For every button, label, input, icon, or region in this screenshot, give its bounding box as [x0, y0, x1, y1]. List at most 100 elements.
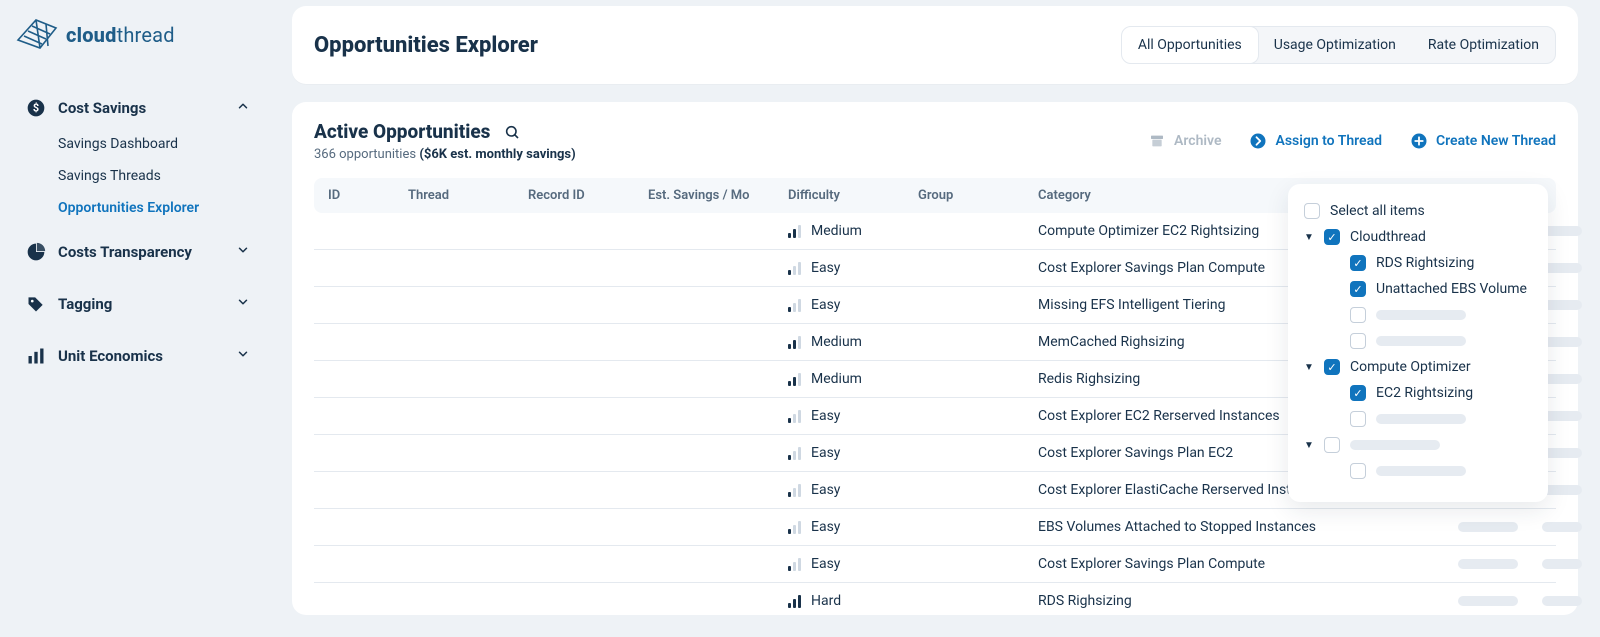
column-header[interactable]: Group	[918, 188, 1038, 203]
assign-to-thread-button[interactable]: Assign to Thread	[1249, 132, 1382, 150]
difficulty-label: Medium	[811, 371, 862, 387]
table-row[interactable]: EasyEBS Volumes Attached to Stopped Inst…	[314, 509, 1556, 546]
checkbox[interactable]	[1350, 385, 1366, 401]
chevron-down-icon	[236, 243, 250, 261]
difficulty-bars-icon	[788, 372, 801, 386]
chevron-down-icon	[236, 347, 250, 365]
nav-item-cost-savings[interactable]: $ Cost Savings	[16, 88, 260, 128]
column-header[interactable]: Record ID	[528, 188, 648, 203]
filter-item[interactable]	[1304, 328, 1532, 354]
archive-button: Archive	[1148, 132, 1221, 150]
create-new-thread-button[interactable]: Create New Thread	[1410, 132, 1556, 150]
difficulty-bars-icon	[788, 298, 801, 312]
tab-all[interactable]: All Opportunities	[1122, 27, 1258, 63]
caret-down-icon: ▼	[1304, 362, 1314, 373]
difficulty-bars-icon	[788, 594, 801, 608]
difficulty-label: Medium	[811, 334, 862, 350]
archive-icon	[1148, 132, 1166, 150]
difficulty-bars-icon	[788, 446, 801, 460]
checkbox[interactable]	[1324, 229, 1340, 245]
filter-item[interactable]: RDS Rightsizing	[1304, 250, 1532, 276]
chevron-up-icon	[236, 99, 250, 117]
filter-item[interactable]	[1304, 406, 1532, 432]
select-all-label: Select all items	[1330, 203, 1425, 219]
plus-circle-icon	[1410, 132, 1428, 150]
category-label: Cost Explorer Savings Plan Compute	[1038, 556, 1458, 572]
nav-item-costs-transparency[interactable]: Costs Transparency	[16, 232, 260, 272]
costs-transparency-icon	[26, 242, 46, 262]
sidebar: cloudthread $ Cost Savings Savings Dashboa…	[0, 0, 270, 637]
logo-icon	[16, 18, 58, 52]
column-header[interactable]: Difficulty	[788, 188, 918, 203]
section-subtitle: 366 opportunities ($6K est. monthly savi…	[314, 147, 576, 162]
difficulty-label: Easy	[811, 297, 840, 313]
filter-group[interactable]: ▼ Cloudthread	[1304, 224, 1532, 250]
difficulty-bars-icon	[788, 409, 801, 423]
content-card: Active Opportunities 366 opportunities (…	[292, 102, 1578, 615]
nav-child-opportunities-explorer[interactable]: Opportunities Explorer	[58, 196, 260, 220]
column-header[interactable]: Thread	[408, 188, 528, 203]
caret-down-icon: ▼	[1304, 232, 1314, 243]
difficulty-bars-icon	[788, 261, 801, 275]
filter-item[interactable]	[1304, 458, 1532, 484]
filter-group-label: Compute Optimizer	[1350, 359, 1471, 375]
filter-group[interactable]: ▼	[1304, 432, 1532, 458]
nav-item-label: Tagging	[58, 295, 112, 313]
table-row[interactable]: Hard RDS Righsizing	[314, 583, 1556, 619]
difficulty-label: Easy	[811, 556, 840, 572]
nav-item-unit-economics[interactable]: Unit Economics	[16, 336, 260, 376]
filter-item-label: RDS Rightsizing	[1376, 255, 1474, 271]
tab-usage[interactable]: Usage Optimization	[1258, 27, 1412, 63]
checkbox[interactable]	[1324, 359, 1340, 375]
checkbox[interactable]	[1324, 437, 1340, 453]
category-label: RDS Righsizing	[1038, 593, 1458, 609]
filter-item[interactable]	[1304, 302, 1532, 328]
nav-item-tagging[interactable]: Tagging	[16, 284, 260, 324]
difficulty-label: Easy	[811, 519, 840, 535]
difficulty-bars-icon	[788, 224, 801, 238]
difficulty-label: Medium	[811, 223, 862, 239]
nav-child-savings-threads[interactable]: Savings Threads	[58, 164, 260, 188]
arrow-right-circle-icon	[1249, 132, 1267, 150]
brand-text: cloudthread	[66, 23, 175, 47]
filter-item[interactable]: EC2 Rightsizing	[1304, 380, 1532, 406]
checkbox[interactable]	[1350, 281, 1366, 297]
difficulty-bars-icon	[788, 557, 801, 571]
unit-economics-icon	[26, 346, 46, 366]
page-title: Opportunities Explorer	[314, 33, 538, 58]
checkbox[interactable]	[1350, 333, 1366, 349]
table-row[interactable]: Easy Cost Explorer Savings Plan Compute	[314, 546, 1556, 583]
difficulty-bars-icon	[788, 483, 801, 497]
filter-group-label: Cloudthread	[1350, 229, 1426, 245]
brand-logo: cloudthread	[16, 14, 260, 76]
chevron-down-icon	[236, 295, 250, 313]
difficulty-label: Easy	[811, 445, 840, 461]
section-title: Active Opportunities	[314, 120, 490, 143]
category-filter-dropdown[interactable]: Select all items ▼ Cloudthread RDS Rightsiz…	[1288, 184, 1548, 502]
search-icon[interactable]	[502, 122, 522, 142]
filter-item-label: Unattached EBS Volume	[1376, 281, 1527, 297]
cost-savings-icon: $	[26, 98, 46, 118]
column-header[interactable]: Est. Savings / Mo	[648, 188, 788, 203]
difficulty-label: Hard	[811, 593, 841, 609]
nav-item-label: Unit Economics	[58, 347, 163, 365]
filter-group[interactable]: ▼ Compute Optimizer	[1304, 354, 1532, 380]
difficulty-bars-icon	[788, 520, 801, 534]
checkbox[interactable]	[1350, 411, 1366, 427]
nav-item-label: Cost Savings	[58, 99, 146, 117]
main: Opportunities Explorer All Opportunities…	[270, 0, 1600, 637]
filter-item[interactable]: Unattached EBS Volume	[1304, 276, 1532, 302]
checkbox[interactable]	[1350, 255, 1366, 271]
nav-child-savings-dashboard[interactable]: Savings Dashboard	[58, 132, 260, 156]
column-header[interactable]: ID	[328, 188, 408, 203]
svg-text:$: $	[33, 101, 39, 114]
tagging-icon	[26, 294, 46, 314]
difficulty-label: Easy	[811, 408, 840, 424]
select-all-row[interactable]: Select all items	[1304, 198, 1532, 224]
tab-rate[interactable]: Rate Optimization	[1412, 27, 1555, 63]
checkbox[interactable]	[1304, 203, 1320, 219]
difficulty-label: Easy	[811, 260, 840, 276]
difficulty-label: Easy	[811, 482, 840, 498]
checkbox[interactable]	[1350, 463, 1366, 479]
checkbox[interactable]	[1350, 307, 1366, 323]
